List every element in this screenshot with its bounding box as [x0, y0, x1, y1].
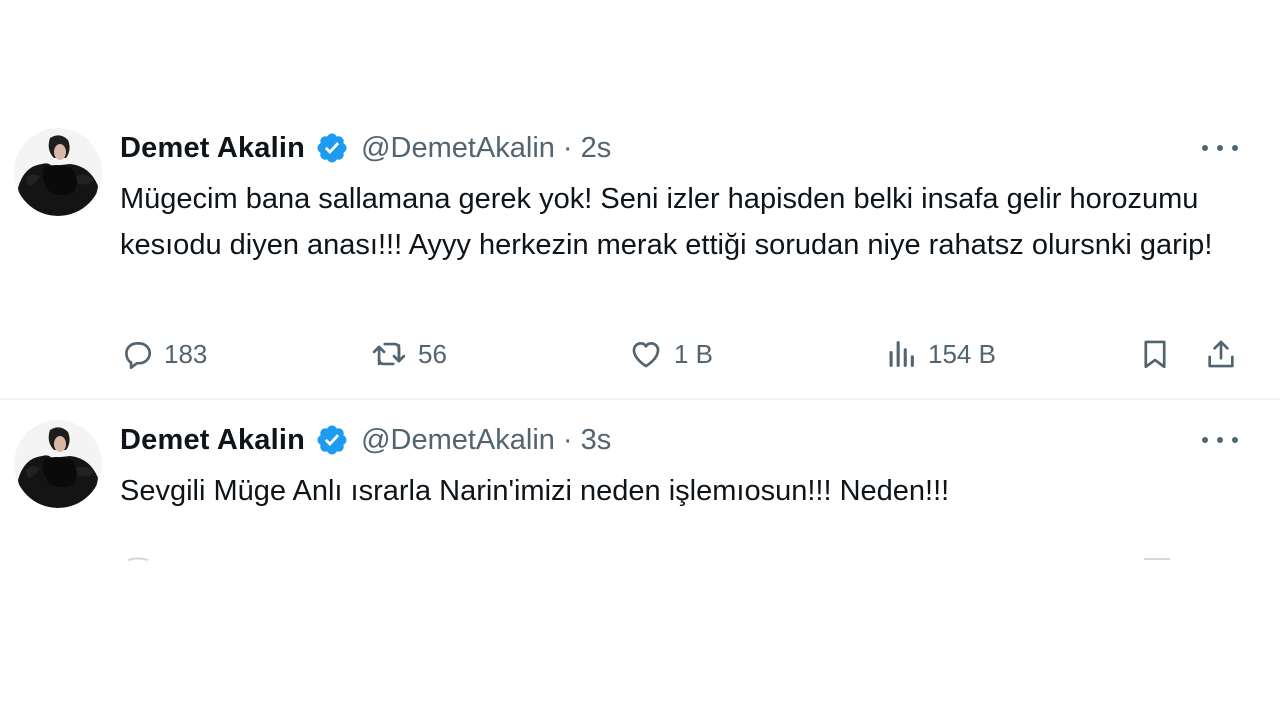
bookmark-button[interactable]	[1138, 334, 1172, 374]
tweet-text: Sevgili Müge Anlı ısrarla Narin'imizi ne…	[120, 475, 950, 507]
more-options-icon[interactable]	[1202, 428, 1238, 452]
reply-button[interactable]: 183	[120, 334, 207, 374]
views-chart-icon	[884, 337, 918, 371]
tweet-text: Mügecim bana sallamana gerek yok! Seni i…	[120, 183, 1213, 261]
cropped-actions-row	[0, 548, 1280, 561]
heart-icon	[628, 337, 664, 371]
reply-count: 183	[164, 338, 208, 369]
separator-dot: ·	[562, 423, 573, 456]
timestamp[interactable]: 3s	[581, 424, 612, 457]
bookmark-icon	[1138, 336, 1172, 372]
retweet-count: 56	[418, 338, 447, 369]
verified-badge-icon	[315, 423, 349, 457]
verified-badge-icon	[315, 131, 349, 165]
author-name[interactable]: Demet Akalin	[120, 132, 305, 165]
tweet-header: Demet Akalin @DemetAkalin · 3s	[120, 422, 611, 458]
author-name[interactable]: Demet Akalin	[120, 424, 305, 457]
tweet-header: Demet Akalin @DemetAkalin · 2s	[120, 130, 611, 166]
tweet-actions: 183 56 1 B 154 B	[120, 334, 1244, 374]
reply-icon	[120, 337, 154, 371]
avatar[interactable]	[14, 128, 102, 216]
views-button[interactable]: 154 B	[884, 334, 996, 374]
author-handle[interactable]: @DemetAkalin	[361, 424, 555, 457]
timestamp[interactable]: 2s	[581, 132, 612, 165]
tweet-feed: Demet Akalin @DemetAkalin · 2s Mügecim b…	[0, 108, 1280, 561]
more-options-icon[interactable]	[1202, 136, 1238, 160]
author-handle[interactable]: @DemetAkalin	[361, 132, 555, 165]
like-button[interactable]: 1 B	[628, 334, 713, 374]
tweet[interactable]: Demet Akalin @DemetAkalin · 3s Sevgili M…	[0, 400, 1280, 561]
share-button[interactable]	[1204, 334, 1238, 374]
avatar[interactable]	[14, 420, 102, 508]
separator-dot: ·	[562, 131, 573, 164]
retweet-button[interactable]: 56	[370, 334, 447, 374]
retweet-icon	[370, 337, 408, 371]
share-icon	[1204, 336, 1238, 372]
tweet[interactable]: Demet Akalin @DemetAkalin · 2s Mügecim b…	[0, 108, 1280, 400]
views-count: 154 B	[928, 338, 996, 369]
like-count: 1 B	[674, 338, 714, 369]
